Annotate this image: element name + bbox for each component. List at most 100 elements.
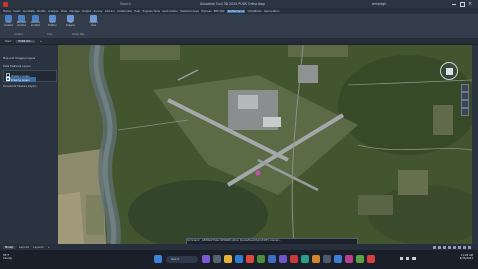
ribbon-tab-express[interactable]: Express	[201, 10, 211, 13]
app-icon[interactable]	[356, 255, 364, 263]
set-imagery-button[interactable]: Set Imagery	[65, 15, 76, 27]
checkbox-icon[interactable]	[6, 76, 10, 81]
ribbon-tab-modify[interactable]: Modify	[37, 10, 46, 13]
copilot-icon[interactable]	[202, 255, 210, 263]
ortho-icon[interactable]	[443, 245, 446, 249]
osnap-icon[interactable]	[453, 245, 456, 249]
user-name[interactable]: wmclegh	[372, 2, 386, 6]
layers-panel: Map and Imagery Layers Data Features Lay…	[0, 45, 59, 244]
viewcube[interactable]	[440, 62, 458, 80]
weather-desc: Cloudy	[3, 257, 12, 261]
aerial-map-image	[58, 45, 472, 244]
weather-widget[interactable]: 55°F Cloudy	[3, 254, 12, 260]
app-logo-icon[interactable]	[3, 1, 8, 7]
tab-model[interactable]: Model	[3, 245, 15, 249]
full-navigation-wheel-icon[interactable]	[461, 108, 469, 116]
button-label: Reorient Location	[16, 21, 27, 27]
ribbon-tab-express-tools[interactable]: Express Tools	[143, 10, 160, 13]
layer-item-selected[interactable]: Drawing Layers	[6, 76, 36, 82]
remove-location-button[interactable]: Remove Location	[30, 15, 41, 27]
add-layout-icon[interactable]: +	[48, 246, 50, 249]
button-label: Mark Position	[48, 21, 57, 27]
app-icon[interactable]	[301, 255, 309, 263]
tab-layout2[interactable]: Layout2	[33, 246, 43, 249]
maximize-icon[interactable]	[460, 2, 465, 7]
ribbon-tab-collaborate[interactable]: Collaborate	[117, 10, 132, 13]
app-icon[interactable]	[323, 255, 331, 263]
ribbon-tab-output[interactable]: Output	[82, 10, 91, 13]
ribbon-tab-view[interactable]: View	[61, 10, 67, 13]
excel-icon[interactable]	[257, 255, 265, 263]
ribbon-group-label: Tools	[47, 33, 53, 36]
right-scroll-strip[interactable]	[472, 45, 478, 244]
ribbon-tab-featured-apps[interactable]: Featured Apps	[180, 10, 199, 13]
battery-icon[interactable]	[412, 257, 416, 260]
aerial-map-viewport[interactable]	[58, 45, 472, 244]
button-label: Remove Location	[30, 21, 41, 27]
ribbon-tab-annotate[interactable]: Annotate	[23, 10, 35, 13]
app-icon[interactable]	[334, 255, 342, 263]
window-title: Autodesk Civil 3D 2024 PUDS Ortho.dwg	[200, 1, 265, 6]
ribbon-group-label: Location	[14, 33, 24, 36]
search-hint[interactable]: Search	[120, 2, 131, 6]
ribbon-tab-infraworks[interactable]: InfraWorks	[248, 10, 262, 13]
tab-start[interactable]: Start	[3, 40, 13, 43]
viewcube-face[interactable]	[445, 67, 453, 75]
annotation-scale-icon[interactable]	[458, 245, 461, 249]
button-label: Set Imagery	[65, 21, 76, 27]
ribbon-tab-survey[interactable]: Survey	[93, 10, 102, 13]
clock-date: 4/25/2024	[459, 257, 473, 261]
pan-icon[interactable]	[461, 84, 469, 92]
ribbon-tab-help[interactable]: Help	[134, 10, 140, 13]
polar-icon[interactable]	[448, 245, 451, 249]
ribbon-tab-analyze[interactable]: Analyze	[48, 10, 58, 13]
grid-icon[interactable]	[433, 245, 436, 249]
title-bar: Autodesk Civil 3D 2024 PUDS Ortho.dwg Se…	[0, 0, 478, 8]
orbit-icon[interactable]	[461, 100, 469, 108]
start-icon[interactable]	[154, 255, 162, 263]
word-icon[interactable]	[268, 255, 276, 263]
panel-row[interactable]: Document Feature Layers	[3, 85, 36, 88]
edge-icon[interactable]	[235, 255, 243, 263]
task-view-icon[interactable]	[213, 255, 221, 263]
workspace-icon[interactable]	[463, 245, 466, 249]
document-tabs: Start PUDS Ort... +	[0, 38, 478, 44]
ribbon-tab-insert[interactable]: Insert	[13, 10, 20, 13]
file-explorer-icon[interactable]	[224, 255, 232, 263]
snap-icon[interactable]	[438, 245, 441, 249]
ribbon-tab-performance[interactable]: Performance	[226, 9, 246, 13]
tab-layout1[interactable]: Layout1	[19, 246, 29, 249]
wifi-icon[interactable]	[400, 257, 403, 260]
minimize-icon[interactable]	[452, 3, 456, 5]
panel-row[interactable]: Data Features Layers	[3, 65, 31, 68]
panel-row[interactable]: Map and Imagery Layers	[3, 57, 35, 60]
reorient-location-button[interactable]: Reorient Location	[16, 15, 27, 27]
ribbon-tab-geolocation[interactable]: Geolocation	[162, 10, 177, 13]
tab-drawing[interactable]: PUDS Ort...	[16, 39, 35, 43]
app-icon[interactable]	[312, 255, 320, 263]
capture-area-button[interactable]: Capture Area	[88, 15, 99, 27]
teams-icon[interactable]	[279, 255, 287, 263]
button-label: Edit Location	[3, 21, 14, 27]
customize-icon[interactable]	[468, 245, 471, 249]
close-icon[interactable]: ×	[468, 1, 472, 7]
civil3d-icon[interactable]	[290, 255, 298, 263]
ribbon-tab-manage[interactable]: Manage	[69, 10, 79, 13]
volume-icon[interactable]	[406, 257, 409, 260]
taskbar-search[interactable]: Search	[166, 256, 198, 263]
ribbon-tab-add-ins[interactable]: Add-ins	[105, 10, 115, 13]
zoom-icon[interactable]	[461, 92, 469, 100]
ribbon-tab-home[interactable]: Home	[3, 10, 11, 13]
app-icon[interactable]	[345, 255, 353, 263]
app-icon[interactable]	[367, 255, 375, 263]
layer-list: Imagery Layers Drawing Layers	[3, 70, 57, 82]
button-label: Capture Area	[89, 21, 98, 27]
new-tab-icon[interactable]: +	[38, 40, 44, 43]
windows-taskbar: 55°F Cloudy Search 11:28 AM 4/25/2024	[0, 250, 478, 269]
ribbon-tab-bim-360[interactable]: BIM 360	[214, 10, 225, 13]
mark-position-button[interactable]: Mark Position	[47, 15, 58, 27]
office-icon[interactable]	[246, 255, 254, 263]
edit-location-button[interactable]: Edit Location	[3, 15, 14, 27]
ribbon-tab-geolocation[interactable]: Geolocation	[264, 10, 279, 13]
taskbar-clock[interactable]: 11:28 AM 4/25/2024	[460, 254, 473, 260]
